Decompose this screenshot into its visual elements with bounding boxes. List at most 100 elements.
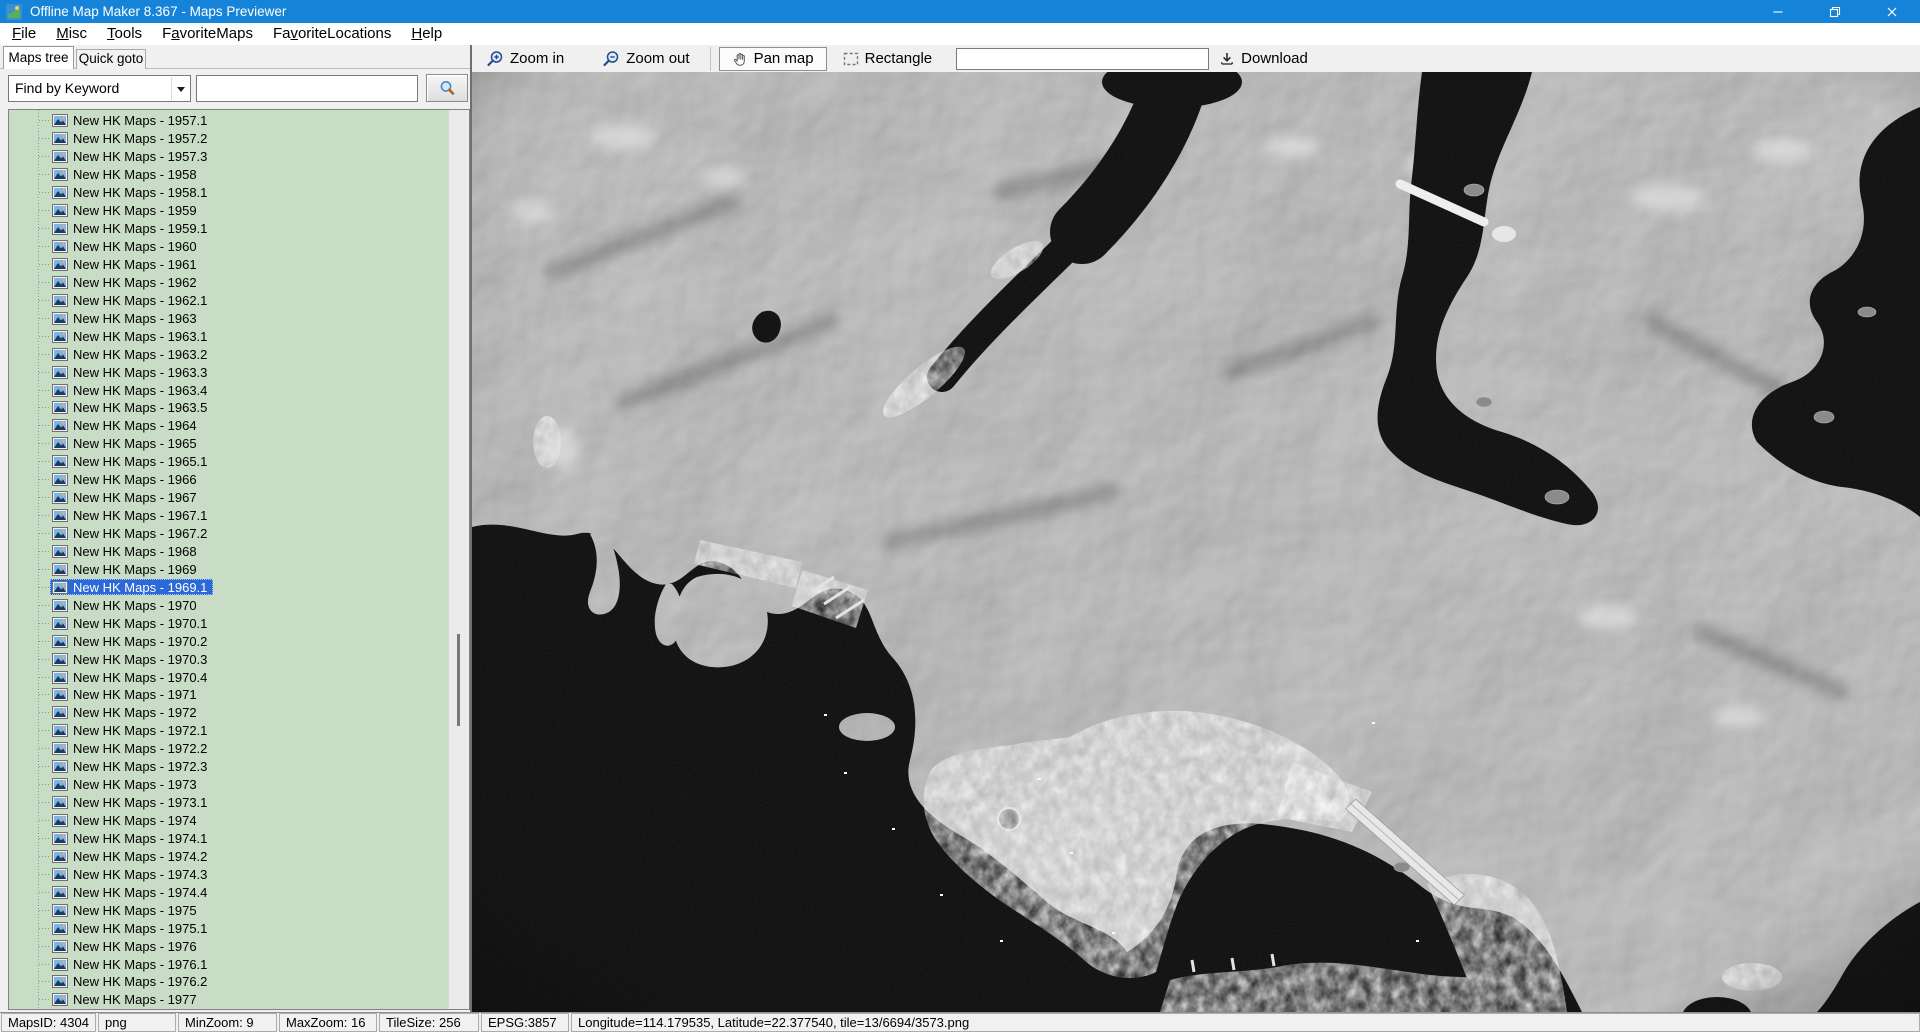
tree-item[interactable]: New HK Maps - 1969.1 (9, 578, 449, 596)
tree-item[interactable]: New HK Maps - 1963.5 (9, 399, 449, 417)
restore-icon (1829, 6, 1841, 18)
photo-thumbnail-icon (52, 150, 68, 163)
zoom-in-button[interactable]: Zoom in (486, 50, 564, 68)
tree-item[interactable]: New HK Maps - 1963.4 (9, 381, 449, 399)
photo-thumbnail-icon (52, 348, 68, 361)
menu-item-favoritemaps[interactable]: FavoriteMaps (152, 23, 263, 45)
menu-item-tools[interactable]: Tools (97, 23, 152, 45)
search-button[interactable] (426, 74, 468, 102)
tree-connector-stub (39, 390, 50, 391)
maps-tree-panel: New HK Maps - 1957.1 New HK Maps - 1957.… (8, 109, 470, 1010)
restore-button[interactable] (1806, 0, 1863, 23)
tree-item[interactable]: New HK Maps - 1960 (9, 238, 449, 256)
tree-item[interactable]: New HK Maps - 1958 (9, 166, 449, 184)
tree-connector-stub (39, 246, 50, 247)
download-button[interactable]: Download (1219, 50, 1308, 67)
tree-item[interactable]: New HK Maps - 1975.1 (9, 919, 449, 937)
tree-connector-stub (39, 210, 50, 211)
pan-map-toggle[interactable]: Pan map (719, 47, 827, 71)
menu-item-misc[interactable]: Misc (46, 23, 97, 45)
tree-item[interactable]: New HK Maps - 1972.3 (9, 758, 449, 776)
keyword-input[interactable] (196, 75, 418, 102)
tree-scrollbar[interactable] (448, 110, 469, 1009)
tree-item[interactable]: New HK Maps - 1963.3 (9, 363, 449, 381)
tree-item[interactable]: New HK Maps - 1962 (9, 273, 449, 291)
tree-item[interactable]: New HK Maps - 1961 (9, 256, 449, 274)
find-mode-value: Find by Keyword (15, 80, 119, 96)
tree-item-label: New HK Maps - 1972.1 (73, 723, 207, 738)
tree-item[interactable]: New HK Maps - 1965.1 (9, 453, 449, 471)
photo-thumbnail-icon (52, 581, 68, 594)
tree-item-label: New HK Maps - 1973 (73, 777, 197, 792)
tree-item[interactable]: New HK Maps - 1974 (9, 812, 449, 830)
status-cell-4: TileSize: 256 (379, 1013, 479, 1032)
tree-item-label: New HK Maps - 1957.1 (73, 113, 207, 128)
tree-item[interactable]: New HK Maps - 1957.2 (9, 130, 449, 148)
tree-item[interactable]: New HK Maps - 1970.2 (9, 632, 449, 650)
tree-item[interactable]: New HK Maps - 1972.1 (9, 722, 449, 740)
tree-item[interactable]: New HK Maps - 1976.2 (9, 973, 449, 991)
tree-item[interactable]: New HK Maps - 1959.1 (9, 220, 449, 238)
map-image[interactable] (472, 72, 1920, 1012)
tree-item[interactable]: New HK Maps - 1974.2 (9, 847, 449, 865)
tree-item-label: New HK Maps - 1976.2 (73, 974, 207, 989)
tree-item[interactable]: New HK Maps - 1976.1 (9, 955, 449, 973)
status-cell-1: png (98, 1013, 176, 1032)
map-toolbar: Zoom in Zoom out Pan map (472, 45, 1920, 72)
tree-item-label: New HK Maps - 1964 (73, 418, 197, 433)
photo-thumbnail-icon (52, 706, 68, 719)
tree-connector-stub (39, 282, 50, 283)
menu-item-file[interactable]: File (2, 23, 46, 45)
tree-connector-stub (39, 623, 50, 624)
tree-item[interactable]: New HK Maps - 1976 (9, 937, 449, 955)
rectangle-button[interactable]: Rectangle (843, 50, 933, 67)
coordinates-input[interactable] (956, 48, 1209, 70)
tree-item[interactable]: New HK Maps - 1971 (9, 686, 449, 704)
tree-item-label: New HK Maps - 1976.1 (73, 957, 207, 972)
tree-connector-stub (39, 838, 50, 839)
tree-item[interactable]: New HK Maps - 1967 (9, 489, 449, 507)
tree-item[interactable]: New HK Maps - 1968 (9, 543, 449, 561)
tree-item-label: New HK Maps - 1969 (73, 562, 197, 577)
tree-scrollbar-thumb[interactable] (457, 634, 460, 726)
tree-item[interactable]: New HK Maps - 1969 (9, 560, 449, 578)
zoom-out-button[interactable]: Zoom out (602, 50, 689, 68)
tree-item[interactable]: New HK Maps - 1973.1 (9, 794, 449, 812)
tree-item[interactable]: New HK Maps - 1958.1 (9, 184, 449, 202)
tree-item[interactable]: New HK Maps - 1962.1 (9, 291, 449, 309)
photo-thumbnail-icon (52, 922, 68, 935)
close-button[interactable] (1863, 0, 1920, 23)
tree-item[interactable]: New HK Maps - 1974.4 (9, 883, 449, 901)
menu-item-help[interactable]: Help (401, 23, 452, 45)
tree-item[interactable]: New HK Maps - 1974.3 (9, 865, 449, 883)
tree-item[interactable]: New HK Maps - 1974.1 (9, 830, 449, 848)
tree-item[interactable]: New HK Maps - 1973 (9, 776, 449, 794)
tree-item[interactable]: New HK Maps - 1972.2 (9, 740, 449, 758)
menu-item-favoritelocations[interactable]: FavoriteLocations (263, 23, 401, 45)
tab-quick-goto[interactable]: Quick goto (76, 49, 146, 69)
find-mode-dropdown[interactable]: Find by Keyword (8, 75, 191, 102)
tree-item[interactable]: New HK Maps - 1963.1 (9, 327, 449, 345)
tree-item[interactable]: New HK Maps - 1957.1 (9, 112, 449, 130)
tree-item[interactable]: New HK Maps - 1959 (9, 202, 449, 220)
tree-item[interactable]: New HK Maps - 1963.2 (9, 345, 449, 363)
tree-item[interactable]: New HK Maps - 1966 (9, 471, 449, 489)
tree-item[interactable]: New HK Maps - 1975 (9, 901, 449, 919)
tree-item[interactable]: New HK Maps - 1963 (9, 309, 449, 327)
tree-item[interactable]: New HK Maps - 1970.1 (9, 614, 449, 632)
tree-item[interactable]: New HK Maps - 1964 (9, 417, 449, 435)
tab-maps-tree[interactable]: Maps tree (3, 46, 74, 69)
tree-item[interactable]: New HK Maps - 1967.1 (9, 507, 449, 525)
tree-item[interactable]: New HK Maps - 1965 (9, 435, 449, 453)
tree-item[interactable]: New HK Maps - 1972 (9, 704, 449, 722)
tree-item[interactable]: New HK Maps - 1970.4 (9, 668, 449, 686)
tree-item[interactable]: New HK Maps - 1957.3 (9, 148, 449, 166)
minimize-button[interactable] (1749, 0, 1806, 23)
search-icon (438, 79, 456, 97)
photo-thumbnail-icon (52, 814, 68, 827)
tree-item[interactable]: New HK Maps - 1970 (9, 596, 449, 614)
tree-item[interactable]: New HK Maps - 1977 (9, 991, 449, 1009)
tree-item[interactable]: New HK Maps - 1967.2 (9, 525, 449, 543)
tree-item[interactable]: New HK Maps - 1970.3 (9, 650, 449, 668)
photo-thumbnail-icon (52, 563, 68, 576)
